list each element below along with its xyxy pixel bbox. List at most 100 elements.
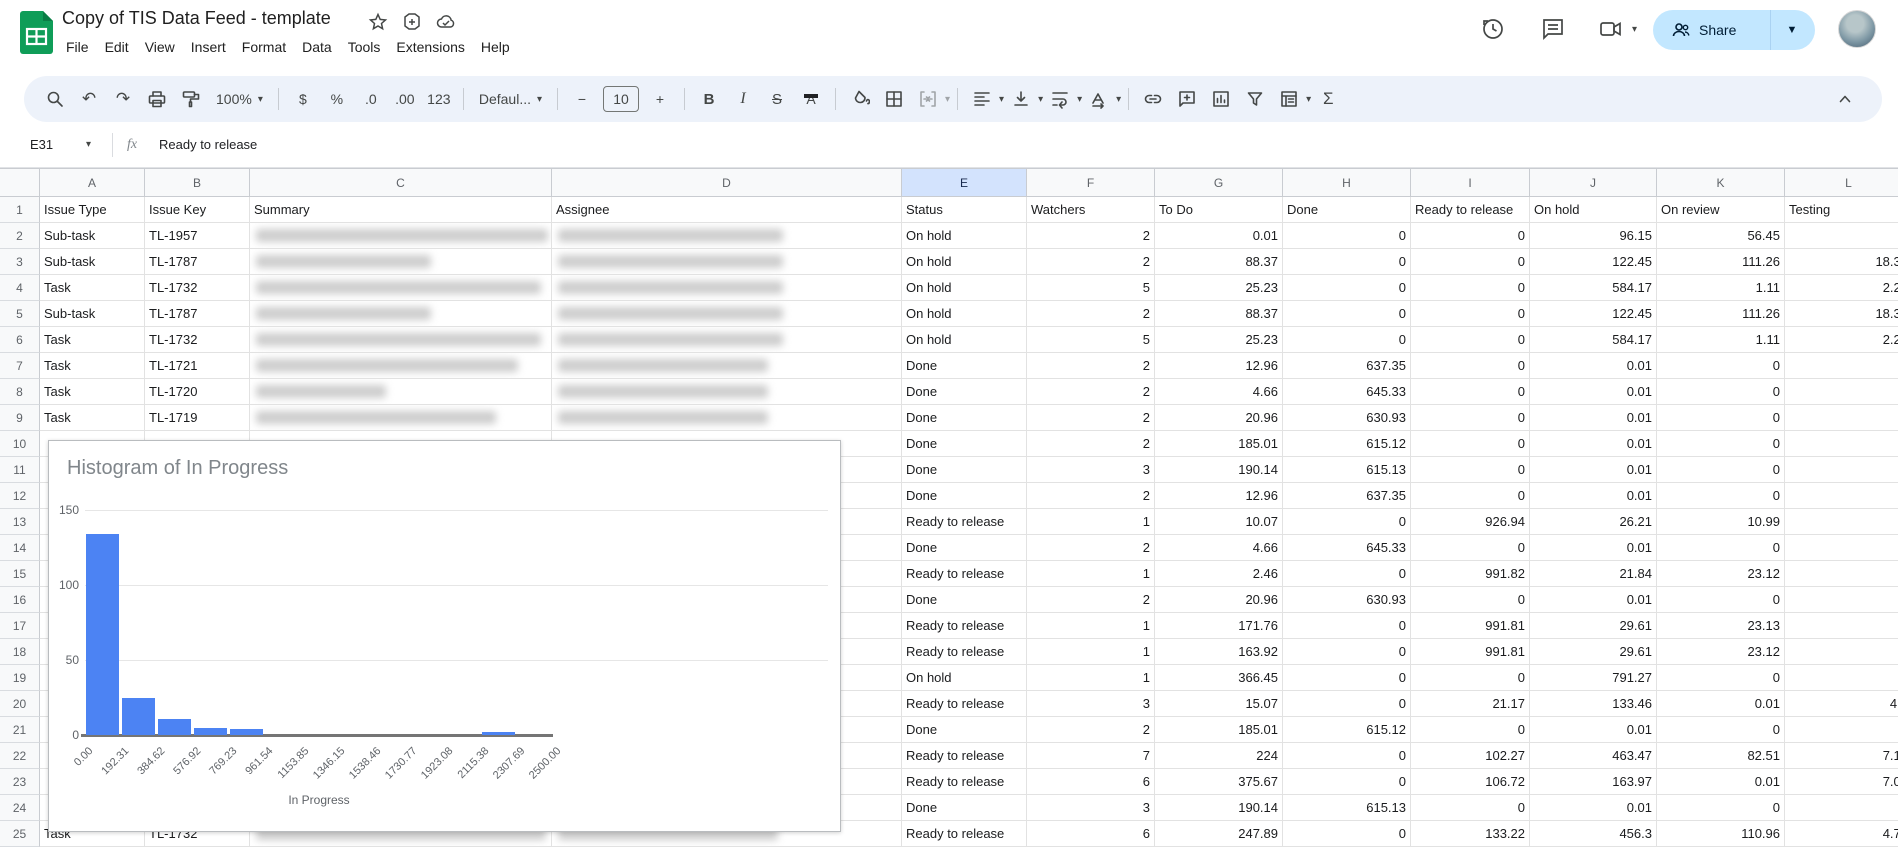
cell-K23[interactable]: 0.01: [1657, 769, 1785, 795]
cell-E11[interactable]: Done: [902, 457, 1027, 483]
cell-C2[interactable]: [250, 223, 552, 249]
cell-A5[interactable]: Sub-task: [40, 301, 145, 327]
cell-E15[interactable]: Ready to release: [902, 561, 1027, 587]
cell-I24[interactable]: 0: [1411, 795, 1530, 821]
cell-J19[interactable]: 791.27: [1530, 665, 1657, 691]
cell-J14[interactable]: 0.01: [1530, 535, 1657, 561]
cell-E2[interactable]: On hold: [902, 223, 1027, 249]
cell-L13[interactable]: 0: [1785, 509, 1898, 535]
row-header-1[interactable]: 1: [0, 197, 40, 223]
cell-K5[interactable]: 111.26: [1657, 301, 1785, 327]
menu-file[interactable]: File: [58, 36, 97, 62]
cell-I7[interactable]: 0: [1411, 353, 1530, 379]
column-header-K[interactable]: K: [1657, 168, 1785, 197]
column-header-F[interactable]: F: [1027, 168, 1155, 197]
cell-E23[interactable]: Ready to release: [902, 769, 1027, 795]
cell-G7[interactable]: 12.96: [1155, 353, 1283, 379]
cell-L17[interactable]: 0: [1785, 613, 1898, 639]
filter-views-icon[interactable]: [1274, 84, 1304, 114]
video-call-icon[interactable]: [1598, 16, 1624, 42]
cell-G20[interactable]: 15.07: [1155, 691, 1283, 717]
row-header-16[interactable]: 16: [0, 587, 40, 613]
column-header-E[interactable]: E: [902, 168, 1027, 197]
cell-K19[interactable]: 0: [1657, 665, 1785, 691]
cell-F13[interactable]: 1: [1027, 509, 1155, 535]
cell-G12[interactable]: 12.96: [1155, 483, 1283, 509]
cell-K1[interactable]: On review: [1657, 197, 1785, 223]
cell-H4[interactable]: 0: [1283, 275, 1411, 301]
cell-A4[interactable]: Task: [40, 275, 145, 301]
cell-L5[interactable]: 18.38: [1785, 301, 1898, 327]
cell-J6[interactable]: 584.17: [1530, 327, 1657, 353]
cell-K24[interactable]: 0: [1657, 795, 1785, 821]
cell-L14[interactable]: 0: [1785, 535, 1898, 561]
row-header-6[interactable]: 6: [0, 327, 40, 353]
cell-L19[interactable]: 0: [1785, 665, 1898, 691]
cell-J16[interactable]: 0.01: [1530, 587, 1657, 613]
cell-J2[interactable]: 96.15: [1530, 223, 1657, 249]
share-caret-icon[interactable]: ▼: [1771, 24, 1813, 36]
cell-I2[interactable]: 0: [1411, 223, 1530, 249]
cell-I14[interactable]: 0: [1411, 535, 1530, 561]
share-button[interactable]: Share ▼: [1653, 10, 1815, 50]
cell-K18[interactable]: 23.12: [1657, 639, 1785, 665]
percent-format-button[interactable]: %: [322, 84, 352, 114]
cell-L24[interactable]: 0: [1785, 795, 1898, 821]
cell-A8[interactable]: Task: [40, 379, 145, 405]
version-history-icon[interactable]: [1480, 16, 1506, 42]
row-header-11[interactable]: 11: [0, 457, 40, 483]
menu-insert[interactable]: Insert: [183, 36, 234, 62]
cell-B3[interactable]: TL-1787: [145, 249, 250, 275]
cell-J9[interactable]: 0.01: [1530, 405, 1657, 431]
cell-L11[interactable]: 0: [1785, 457, 1898, 483]
cell-C3[interactable]: [250, 249, 552, 275]
cell-C5[interactable]: [250, 301, 552, 327]
horizontal-align-caret-icon[interactable]: ▾: [999, 94, 1004, 105]
cell-B9[interactable]: TL-1719: [145, 405, 250, 431]
cell-C6[interactable]: [250, 327, 552, 353]
cell-L10[interactable]: 0: [1785, 431, 1898, 457]
cell-L23[interactable]: 7.05: [1785, 769, 1898, 795]
cell-I13[interactable]: 926.94: [1411, 509, 1530, 535]
row-header-5[interactable]: 5: [0, 301, 40, 327]
cell-F8[interactable]: 2: [1027, 379, 1155, 405]
cell-H18[interactable]: 0: [1283, 639, 1411, 665]
column-header-L[interactable]: L: [1785, 168, 1898, 197]
cell-K2[interactable]: 56.45: [1657, 223, 1785, 249]
cell-L22[interactable]: 7.16: [1785, 743, 1898, 769]
cell-H7[interactable]: 637.35: [1283, 353, 1411, 379]
vertical-align-caret-icon[interactable]: ▾: [1038, 94, 1043, 105]
cell-K13[interactable]: 10.99: [1657, 509, 1785, 535]
cell-F2[interactable]: 2: [1027, 223, 1155, 249]
cell-J1[interactable]: On hold: [1530, 197, 1657, 223]
cell-I6[interactable]: 0: [1411, 327, 1530, 353]
cell-J3[interactable]: 122.45: [1530, 249, 1657, 275]
cell-H12[interactable]: 637.35: [1283, 483, 1411, 509]
cell-F23[interactable]: 6: [1027, 769, 1155, 795]
insert-chart-icon[interactable]: [1206, 84, 1236, 114]
row-header-22[interactable]: 22: [0, 743, 40, 769]
cell-F17[interactable]: 1: [1027, 613, 1155, 639]
row-header-17[interactable]: 17: [0, 613, 40, 639]
cell-A6[interactable]: Task: [40, 327, 145, 353]
cell-L4[interactable]: 2.23: [1785, 275, 1898, 301]
cell-L9[interactable]: 0: [1785, 405, 1898, 431]
cell-F9[interactable]: 2: [1027, 405, 1155, 431]
paint-format-icon[interactable]: [176, 84, 206, 114]
redo-icon[interactable]: ↷: [108, 84, 138, 114]
cell-E3[interactable]: On hold: [902, 249, 1027, 275]
cell-F14[interactable]: 2: [1027, 535, 1155, 561]
cell-I18[interactable]: 991.81: [1411, 639, 1530, 665]
cell-L2[interactable]: 0: [1785, 223, 1898, 249]
cell-A3[interactable]: Sub-task: [40, 249, 145, 275]
cell-I5[interactable]: 0: [1411, 301, 1530, 327]
cell-H19[interactable]: 0: [1283, 665, 1411, 691]
row-header-3[interactable]: 3: [0, 249, 40, 275]
insert-comment-icon[interactable]: [1172, 84, 1202, 114]
cell-F7[interactable]: 2: [1027, 353, 1155, 379]
cell-A9[interactable]: Task: [40, 405, 145, 431]
cell-E21[interactable]: Done: [902, 717, 1027, 743]
row-header-25[interactable]: 25: [0, 821, 40, 847]
row-header-20[interactable]: 20: [0, 691, 40, 717]
cell-H22[interactable]: 0: [1283, 743, 1411, 769]
